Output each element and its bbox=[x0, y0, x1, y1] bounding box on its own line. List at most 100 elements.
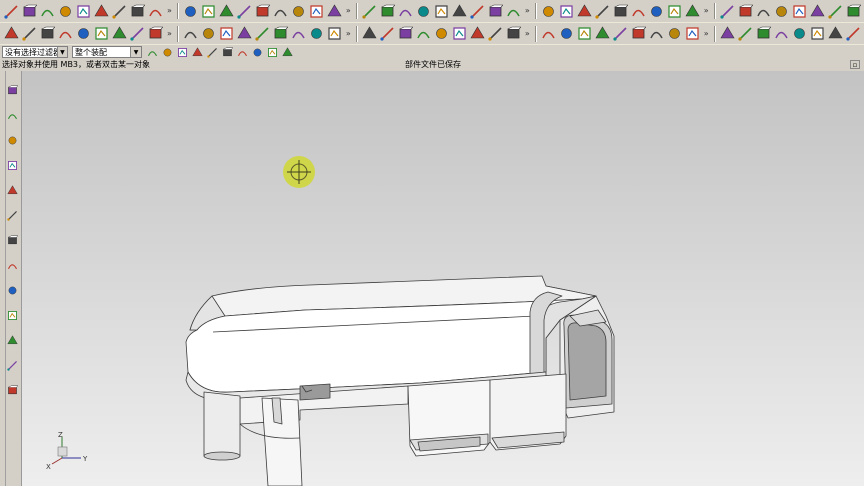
point-on-curve-icon[interactable] bbox=[236, 46, 249, 59]
measure-icon[interactable] bbox=[737, 25, 754, 42]
trim-icon[interactable] bbox=[379, 3, 396, 20]
render-icon[interactable] bbox=[791, 25, 808, 42]
midpoint-icon[interactable] bbox=[161, 46, 174, 59]
intersection-icon[interactable] bbox=[191, 46, 204, 59]
manufacturing-wizard-icon[interactable] bbox=[7, 281, 21, 297]
offset-face-icon[interactable] bbox=[415, 25, 432, 42]
view-icon[interactable] bbox=[809, 25, 826, 42]
sketch-icon[interactable] bbox=[3, 25, 20, 42]
system-materials-icon[interactable] bbox=[7, 231, 21, 247]
trim-sheet-icon[interactable] bbox=[648, 3, 665, 20]
mirror-body-icon[interactable] bbox=[540, 25, 557, 42]
subtract-icon[interactable] bbox=[290, 25, 307, 42]
bounded-grid-icon[interactable] bbox=[281, 46, 294, 59]
model-scene[interactable]: Z Y X bbox=[22, 71, 864, 486]
bridge-icon[interactable] bbox=[612, 3, 629, 20]
law-curve-icon[interactable] bbox=[147, 3, 164, 20]
jog-icon[interactable] bbox=[648, 25, 665, 42]
toolbar-overflow[interactable]: » bbox=[167, 7, 172, 15]
surface-icon[interactable] bbox=[505, 3, 522, 20]
pattern-icon[interactable] bbox=[791, 3, 808, 20]
status-close-button[interactable]: ▫ bbox=[850, 60, 860, 69]
chamfer-icon[interactable] bbox=[361, 25, 378, 42]
type-filter-select[interactable]: 没有选择过滤器 ▼ bbox=[2, 46, 68, 58]
bend-icon[interactable] bbox=[630, 25, 647, 42]
curve-length-icon[interactable] bbox=[415, 3, 432, 20]
transform-icon[interactable] bbox=[773, 3, 790, 20]
hole-icon[interactable] bbox=[147, 25, 164, 42]
arc-icon[interactable] bbox=[21, 3, 38, 20]
orient-icon[interactable] bbox=[827, 25, 844, 42]
toolbar-overflow[interactable]: » bbox=[704, 29, 709, 38]
endpoint-icon[interactable] bbox=[146, 46, 159, 59]
unite-icon[interactable] bbox=[272, 25, 289, 42]
edge-blend-icon[interactable] bbox=[326, 25, 343, 42]
dimension-icon[interactable] bbox=[451, 3, 468, 20]
graphics-window[interactable]: Z Y X bbox=[22, 71, 864, 486]
intersect-icon[interactable] bbox=[308, 25, 325, 42]
system-scene-icon[interactable] bbox=[7, 331, 21, 347]
internet-explorer-icon[interactable] bbox=[7, 181, 21, 197]
on-surface-icon[interactable] bbox=[266, 46, 279, 59]
groove-icon[interactable] bbox=[254, 25, 271, 42]
corner-icon[interactable] bbox=[684, 25, 701, 42]
line-icon[interactable] bbox=[3, 3, 20, 20]
analysis-icon[interactable] bbox=[827, 3, 844, 20]
extension-icon[interactable] bbox=[666, 3, 683, 20]
tab-icon[interactable] bbox=[666, 25, 683, 42]
mirror-curve-icon[interactable] bbox=[290, 3, 307, 20]
existing-point-icon[interactable] bbox=[251, 46, 264, 59]
flange-icon[interactable] bbox=[612, 25, 629, 42]
replace-face-icon[interactable] bbox=[558, 25, 575, 42]
align-icon[interactable] bbox=[487, 3, 504, 20]
section-surface-icon[interactable] bbox=[719, 3, 736, 20]
layer-icon[interactable] bbox=[773, 25, 790, 42]
cone-icon[interactable] bbox=[75, 25, 92, 42]
helix-icon[interactable] bbox=[129, 3, 146, 20]
section-curve-icon[interactable] bbox=[254, 3, 271, 20]
slot-icon[interactable] bbox=[236, 25, 253, 42]
combined-curve-icon[interactable] bbox=[200, 3, 217, 20]
instance-icon[interactable] bbox=[505, 25, 522, 42]
scope-filter-select[interactable]: 整个装配 ▼ bbox=[72, 46, 142, 58]
center-icon[interactable] bbox=[206, 46, 219, 59]
extrude-icon[interactable] bbox=[111, 25, 128, 42]
shape-icon[interactable] bbox=[755, 3, 772, 20]
constraint-navigator-icon[interactable] bbox=[7, 106, 21, 122]
smooth-spline-icon[interactable] bbox=[433, 3, 450, 20]
quadrant-icon[interactable] bbox=[221, 46, 234, 59]
offset-curve-icon[interactable] bbox=[111, 3, 128, 20]
pocket-icon[interactable] bbox=[200, 25, 217, 42]
color-icon[interactable] bbox=[809, 3, 826, 20]
project-curve-icon[interactable] bbox=[182, 3, 199, 20]
chevron-down-icon[interactable]: ▼ bbox=[130, 47, 141, 57]
intersection-curve-icon[interactable] bbox=[272, 3, 289, 20]
property-icon[interactable] bbox=[755, 25, 772, 42]
thicken-icon[interactable] bbox=[451, 25, 468, 42]
studio-spline-icon[interactable] bbox=[57, 3, 74, 20]
isoparametric-icon[interactable] bbox=[236, 3, 253, 20]
move-face-icon[interactable] bbox=[576, 25, 593, 42]
wrap-icon[interactable] bbox=[308, 3, 325, 20]
shell-icon[interactable] bbox=[379, 25, 396, 42]
cylinder-icon[interactable] bbox=[57, 25, 74, 42]
draft-icon[interactable] bbox=[397, 25, 414, 42]
ruled-surface-icon[interactable] bbox=[540, 3, 557, 20]
swept-icon[interactable] bbox=[576, 3, 593, 20]
rectangle-icon[interactable] bbox=[39, 3, 56, 20]
curve-icon[interactable] bbox=[93, 3, 110, 20]
toolbar-overflow[interactable]: » bbox=[525, 29, 530, 38]
process-studio-icon[interactable] bbox=[7, 256, 21, 272]
toolbar-overflow[interactable]: » bbox=[167, 29, 172, 38]
roles-icon[interactable] bbox=[7, 306, 21, 322]
control-point-icon[interactable] bbox=[176, 46, 189, 59]
sphere-icon[interactable] bbox=[93, 25, 110, 42]
toolbar-overflow[interactable]: » bbox=[346, 7, 351, 15]
styled-blend-icon[interactable] bbox=[737, 3, 754, 20]
block-icon[interactable] bbox=[39, 25, 56, 42]
zoom-icon[interactable] bbox=[845, 25, 862, 42]
trim-body-icon[interactable] bbox=[487, 25, 504, 42]
edit-param-icon[interactable] bbox=[361, 3, 378, 20]
divide-curve-icon[interactable] bbox=[397, 3, 414, 20]
reuse-library-icon[interactable] bbox=[7, 156, 21, 172]
